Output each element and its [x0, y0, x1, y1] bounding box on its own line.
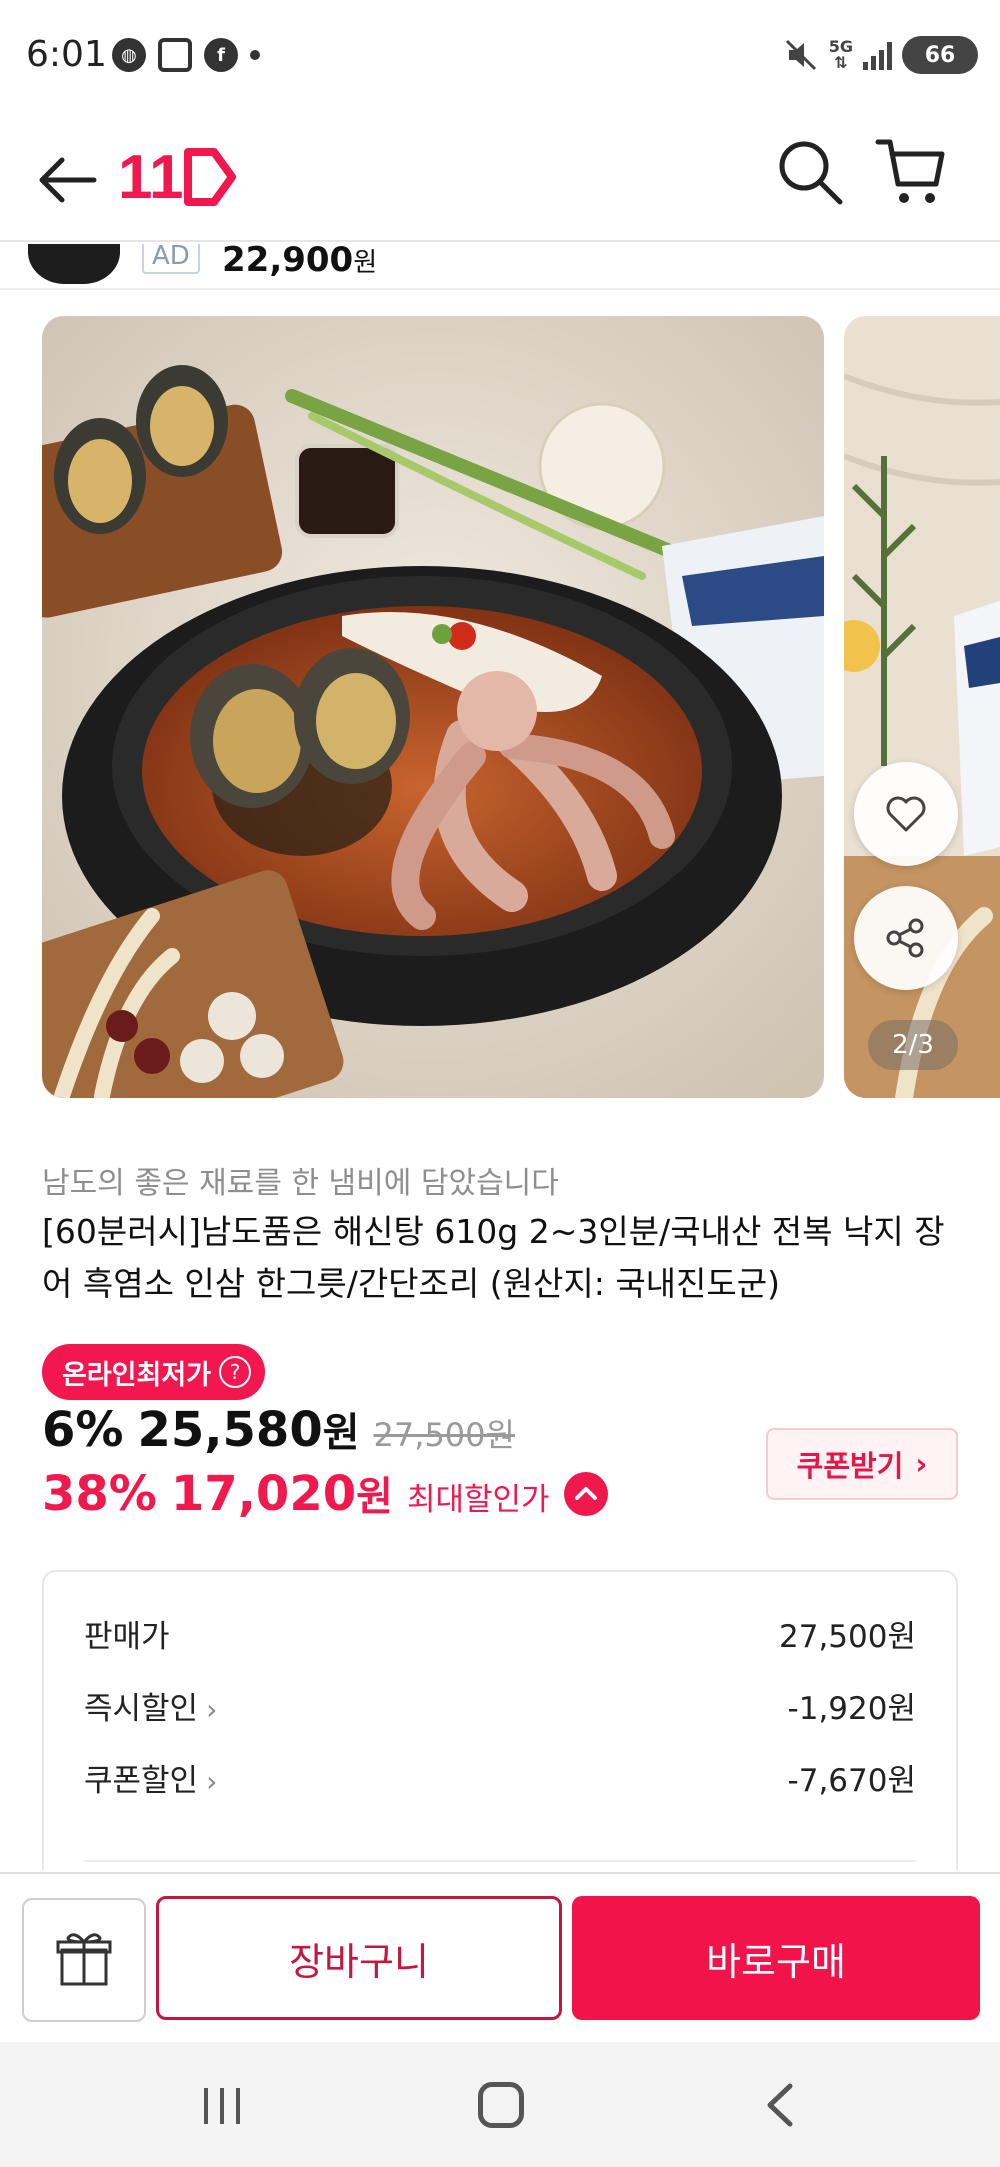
max-discount-label: 최대할인가 [406, 1482, 550, 1518]
breakdown-divider [84, 1860, 916, 1862]
max-discount-toggle[interactable] [563, 1472, 608, 1516]
mute-icon [785, 39, 816, 71]
ad-strip[interactable]: AD 22,900원 [0, 244, 1000, 290]
wishlist-button[interactable] [854, 762, 958, 866]
share-icon [886, 918, 924, 958]
home-icon[interactable] [478, 2082, 524, 2128]
breakdown-label-text: 쿠폰할인 [84, 1762, 199, 1799]
price-breakdown: 판매가 27,500원 즉시할인 › -1,920원 쿠폰할인 › -7,670원 [42, 1570, 958, 1870]
help-icon: ? [219, 1356, 252, 1388]
network-label: 5G [828, 37, 853, 56]
ad-price-unit: 원 [353, 248, 378, 278]
sale-price-unit: 원 [322, 1410, 360, 1456]
heart-icon [886, 796, 926, 832]
max-discount-rate: 38% [42, 1466, 157, 1522]
product-image [42, 316, 824, 1098]
breakdown-label: 쿠폰할인 › [84, 1755, 217, 1800]
more-notifications-dot-icon [250, 50, 260, 60]
status-bar: 6:01 ◍ f 5G ⇅ 66 [0, 0, 1000, 112]
system-nav-bar [0, 2042, 1000, 2167]
ad-badge: AD [142, 244, 200, 274]
chevron-up-icon [574, 1487, 597, 1500]
bottom-action-bar: 장바구니 바로구매 [0, 1872, 1000, 2042]
chevron-right-icon: › [206, 1764, 218, 1798]
breakdown-row: 판매가 27,500원 [84, 1608, 916, 1658]
sale-price-value: 25,580 [137, 1402, 323, 1458]
original-price: 27,500원 [373, 1416, 515, 1454]
gift-icon [56, 1933, 112, 1986]
search-button[interactable] [774, 136, 846, 208]
system-back-icon[interactable] [762, 2082, 796, 2128]
max-price-value: 17,020 [170, 1466, 357, 1522]
ad-thumbnail [28, 244, 120, 284]
recent-apps-icon[interactable] [200, 2086, 244, 2126]
eleven-street-logo[interactable]: 11 [118, 142, 238, 212]
network-type: 5G ⇅ [828, 37, 853, 72]
sale-price: 25,580원 [138, 1400, 360, 1458]
product-title: [60분러시]남도품은 해신탕 610g 2~3인분/국내산 전복 낙지 장어 … [42, 1212, 945, 1303]
product-subtitle: 남도의 좋은 재료를 한 냄비에 담았습니다 [42, 1166, 559, 1201]
app-header: 11 [0, 112, 1000, 242]
add-to-cart-button[interactable]: 장바구니 [156, 1896, 562, 2020]
signal-icon [863, 40, 892, 70]
max-discount-price: 17,020원 [171, 1464, 393, 1522]
lowest-badge-label: 온라인최저가 [62, 1359, 212, 1391]
screenshot-icon [158, 38, 192, 72]
breakdown-label: 판매가 [84, 1611, 170, 1656]
max-price-unit: 원 [356, 1474, 393, 1520]
product-gallery[interactable]: 2/3 [0, 316, 1000, 1098]
discount-rate: 6% [42, 1402, 124, 1458]
breakdown-row[interactable]: 쿠폰할인 › -7,670원 [84, 1752, 916, 1802]
coupon-button-label: 쿠폰받기 [796, 1449, 904, 1483]
breakdown-value: 27,500원 [779, 1618, 916, 1655]
status-time: 6:01 [26, 34, 107, 75]
app-notification-icon: ◍ [112, 38, 146, 72]
cart-button[interactable] [874, 134, 948, 210]
back-button[interactable] [36, 148, 100, 212]
battery-icon: 66 [902, 36, 978, 74]
breakdown-label-text: 판매가 [84, 1618, 170, 1655]
breakdown-value: -7,670원 [787, 1762, 916, 1799]
logo-mark: 11 [118, 143, 236, 212]
breakdown-row[interactable]: 즉시할인 › -1,920원 [84, 1680, 916, 1730]
breakdown-label-text: 즉시할인 [84, 1690, 199, 1727]
share-button[interactable] [854, 886, 958, 990]
ad-price-value: 22,900 [222, 244, 354, 280]
back-arrow-icon [39, 157, 97, 203]
gallery-page-indicator: 2/3 [868, 1020, 958, 1070]
chevron-right-icon: › [206, 1692, 218, 1726]
cart-icon [875, 139, 945, 203]
gift-button[interactable] [22, 1898, 146, 2022]
search-icon [779, 141, 843, 205]
breakdown-label: 즉시할인 › [84, 1683, 217, 1728]
facebook-icon: f [204, 38, 238, 72]
ad-price: 22,900원 [222, 244, 377, 280]
chevron-right-icon: › [915, 1447, 928, 1481]
buy-now-button[interactable]: 바로구매 [572, 1896, 980, 2020]
online-lowest-price-badge[interactable]: 온라인최저가 ? [42, 1344, 266, 1400]
get-coupon-button[interactable]: 쿠폰받기 › [766, 1428, 958, 1500]
product-photo[interactable] [42, 316, 824, 1098]
system-icons: 5G ⇅ 66 [783, 36, 978, 74]
breakdown-value: -1,920원 [787, 1690, 916, 1727]
max-discount-row: 38% 17,020원 최대할인가 [42, 1464, 608, 1522]
logo-text: 11 [118, 143, 184, 212]
notification-icons: ◍ f [112, 38, 260, 72]
sale-price-row: 6% 25,580원 27,500원 [42, 1400, 515, 1458]
